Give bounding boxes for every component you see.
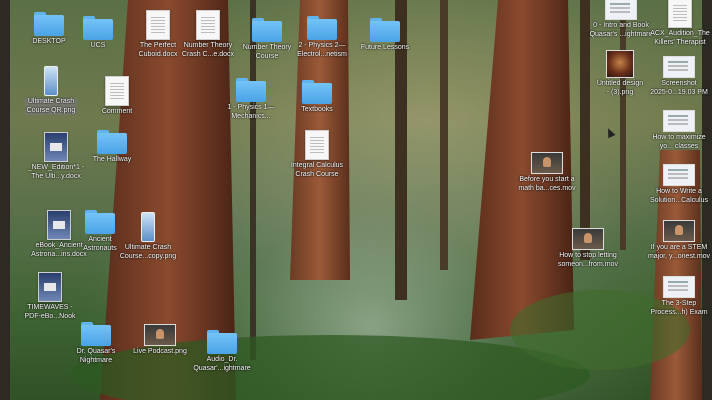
write-solution-file[interactable]: How to Write a Solution...Calculus <box>637 164 712 205</box>
folder-icon <box>236 78 266 102</box>
audio-quasar-folder[interactable]: Audio_Dr. Quasar'...ightmare <box>180 330 264 373</box>
item-label: If you are a STEM major, y...onest.mov <box>647 244 711 260</box>
item-label: The Hallway <box>92 156 132 163</box>
folder-icon <box>97 130 127 154</box>
item-label: Comment <box>101 108 133 115</box>
item-label: How to stop letting someon...from.mov <box>558 252 618 268</box>
textbooks-folder[interactable]: Textbooks <box>275 80 359 115</box>
hallway-folder[interactable]: The Hallway <box>70 130 154 165</box>
timewaves-doc[interactable]: TIMEWAVES - PDF-eBo...Nook <box>8 272 92 321</box>
folder-icon <box>370 18 400 42</box>
ultimate-crash-copy-file[interactable]: Ultimate Crash Course...copy.png <box>106 212 190 261</box>
screenshot-file[interactable]: Screenshot 2025-0...19.03 PM <box>637 56 712 97</box>
image-thumbnail-icon <box>141 212 155 242</box>
stop-letting-video[interactable]: How to stop letting someon...from.mov <box>546 228 630 269</box>
document-icon <box>105 76 129 106</box>
three-step-file[interactable]: The 3-Step Process...h) Exam <box>637 276 712 317</box>
stem-major-video[interactable]: If you are a STEM major, y...onest.mov <box>637 220 712 261</box>
item-label: ACX_Audition_The Killers' Therapist <box>650 30 710 46</box>
image-thumbnail-icon <box>44 66 58 96</box>
item-label: 1 - Physics 1— Mechanics... <box>227 104 275 120</box>
folder-icon <box>252 18 282 42</box>
item-label: Ultimate Crash Course QR.png <box>24 98 78 115</box>
folder-icon <box>302 80 332 104</box>
item-label: The 3-Step Process...h) Exam <box>650 300 708 316</box>
screenshot-thumbnail-icon <box>663 110 695 132</box>
video-thumbnail-icon <box>531 152 563 174</box>
document-icon <box>38 272 62 302</box>
desktop-background[interactable]: DESKTOP UCS The Perfect Cuboid.docx Number … <box>0 0 712 400</box>
document-icon <box>44 132 68 162</box>
item-label: Before you start a math ba...ces.mov <box>518 176 576 192</box>
item-label: Dr. Quasar's Nightmare <box>76 348 116 364</box>
video-thumbnail-icon <box>572 228 604 250</box>
acx-audition-file[interactable]: ACX_Audition_The Killers' Therapist <box>638 0 712 47</box>
maximize-classes-file[interactable]: How to maximize yo... classes <box>637 110 712 151</box>
video-thumbnail-icon <box>663 220 695 242</box>
item-label: UCS <box>90 42 106 49</box>
item-label: Ultimate Crash Course...copy.png <box>119 244 177 260</box>
image-thumbnail-icon <box>606 50 634 78</box>
item-label: Integral Calculus Crash Course <box>290 162 344 178</box>
document-icon <box>196 10 220 40</box>
item-label: Textbooks <box>301 106 333 113</box>
item-label: Future Lessons <box>360 44 410 51</box>
folder-icon <box>83 16 113 40</box>
item-label: _NEW_Edition*1 - The Ulti...y.docx <box>27 164 85 180</box>
folder-icon <box>307 16 337 40</box>
screenshot-thumbnail-icon <box>605 0 637 20</box>
before-math-video[interactable]: Before you start a math ba...ces.mov <box>505 152 589 193</box>
folder-icon <box>81 322 111 346</box>
item-label: How to Write a Solution...Calculus <box>650 188 708 204</box>
item-label: Live Podcast.png <box>133 348 187 355</box>
folder-icon <box>207 330 237 354</box>
integral-calculus-doc[interactable]: Integral Calculus Crash Course <box>275 130 359 179</box>
document-icon <box>668 0 692 28</box>
screenshot-thumbnail-icon <box>663 276 695 298</box>
item-label: Screenshot 2025-0...19.03 PM <box>650 80 708 96</box>
item-label: How to maximize yo... classes <box>652 134 706 150</box>
screenshot-thumbnail-icon <box>663 164 695 186</box>
document-icon <box>305 130 329 160</box>
future-lessons-folder[interactable]: Future Lessons <box>343 18 427 53</box>
screenshot-thumbnail-icon <box>663 56 695 78</box>
item-label: TIMEWAVES - PDF-eBo...Nook <box>24 304 76 320</box>
item-label: Audio_Dr. Quasar'...ightmare <box>193 356 251 372</box>
item-label: 2 - Physics 2— Electrol...netism <box>297 42 347 58</box>
comment-doc[interactable]: Comment <box>75 76 159 117</box>
video-thumbnail-icon <box>144 324 176 346</box>
